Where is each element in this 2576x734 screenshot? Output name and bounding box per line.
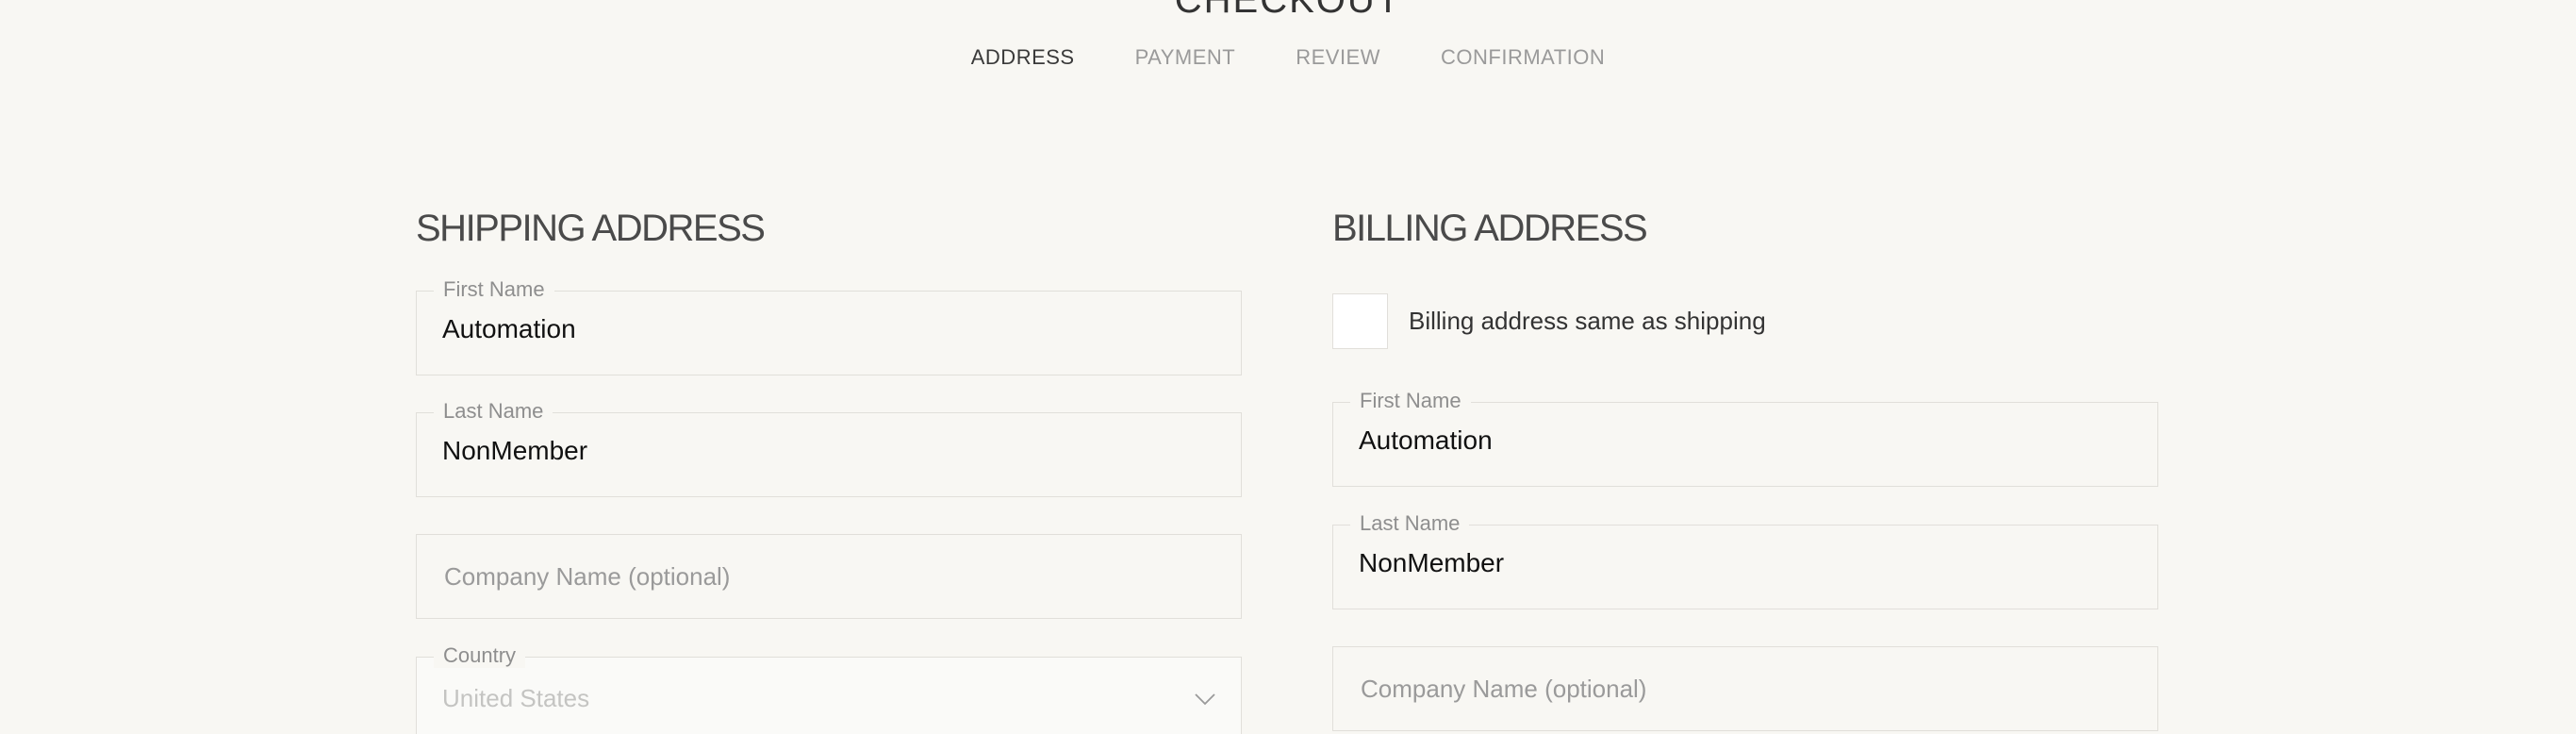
step-confirmation[interactable]: CONFIRMATION (1441, 45, 1605, 70)
shipping-company-placeholder: Company Name (optional) (444, 562, 731, 591)
shipping-last-name-field[interactable]: Last Name NonMember (416, 399, 1242, 497)
step-payment[interactable]: PAYMENT (1135, 45, 1236, 70)
billing-last-name-label: Last Name (1350, 511, 1470, 536)
shipping-last-name-value[interactable]: NonMember (442, 436, 587, 466)
shipping-first-name-value[interactable]: Automation (442, 314, 576, 344)
shipping-country-label: Country (434, 643, 526, 668)
step-review[interactable]: REVIEW (1296, 45, 1380, 70)
billing-address-title: BILLING ADDRESS (1332, 208, 1648, 249)
billing-company-placeholder: Company Name (optional) (1361, 675, 1647, 703)
billing-last-name-value[interactable]: NonMember (1359, 548, 1504, 578)
shipping-address-title: SHIPPING ADDRESS (416, 208, 766, 249)
page-title: CHECKOUT (1174, 0, 1402, 21)
shipping-country-select[interactable]: Country United States (416, 643, 1242, 734)
shipping-first-name-field[interactable]: First Name Automation (416, 277, 1242, 375)
billing-same-as-shipping-label[interactable]: Billing address same as shipping (1409, 307, 1766, 336)
chevron-down-icon[interactable] (1194, 688, 1216, 710)
billing-company-field[interactable]: Company Name (optional) (1332, 646, 2158, 731)
billing-first-name-label: First Name (1350, 389, 1471, 413)
step-address[interactable]: ADDRESS (971, 45, 1075, 70)
shipping-country-value: United States (442, 684, 590, 712)
billing-last-name-field[interactable]: Last Name NonMember (1332, 511, 2158, 609)
checkout-steps: ADDRESS PAYMENT REVIEW CONFIRMATION (0, 45, 2576, 70)
billing-first-name-value[interactable]: Automation (1359, 425, 1493, 456)
shipping-last-name-label: Last Name (434, 399, 553, 424)
shipping-company-field[interactable]: Company Name (optional) (416, 534, 1242, 619)
billing-same-as-shipping[interactable]: Billing address same as shipping (1332, 293, 1766, 349)
billing-same-as-shipping-checkbox[interactable] (1332, 293, 1388, 349)
billing-first-name-field[interactable]: First Name Automation (1332, 389, 2158, 487)
shipping-first-name-label: First Name (434, 277, 554, 302)
